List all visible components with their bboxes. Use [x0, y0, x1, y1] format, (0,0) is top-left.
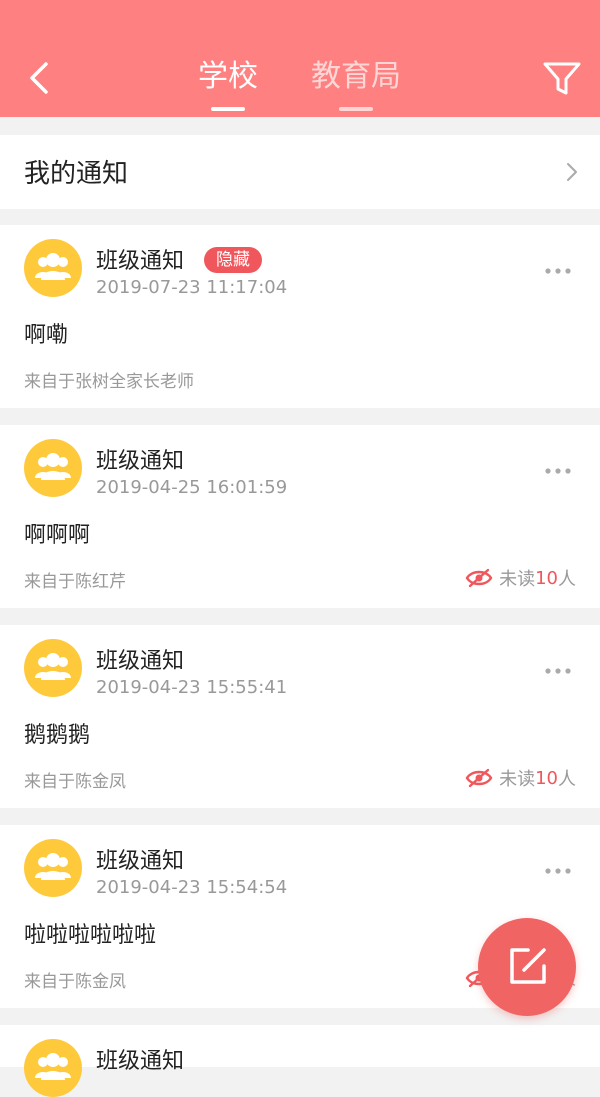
group-icon	[35, 253, 71, 280]
notice-title: 班级通知	[96, 449, 185, 474]
edit-icon	[510, 948, 546, 984]
avatar	[24, 439, 82, 497]
back-button[interactable]	[22, 58, 62, 98]
notice-card[interactable]: 班级通知	[0, 1025, 600, 1097]
avatar	[24, 639, 82, 697]
filter-button[interactable]	[540, 58, 584, 98]
my-notifications-label: 我的通知	[24, 159, 129, 189]
avatar	[24, 239, 82, 297]
my-notifications-row[interactable]: 我的通知	[0, 135, 600, 209]
notice-card[interactable]: 班级通知 2019-04-23 15:55:41 鹅鹅鹅 来自于陈金凤 未读 1…	[0, 625, 600, 808]
notice-content: 啊嘞	[24, 323, 69, 348]
group-icon	[35, 853, 71, 880]
notice-card[interactable]: 班级通知 隐藏 2019-07-23 11:17:04 啊嘞 来自于张树全家长老…	[0, 225, 600, 408]
notice-time: 2019-04-23 15:55:41	[96, 677, 288, 698]
notice-sender: 来自于张树全家长老师	[24, 372, 194, 392]
eye-off-icon	[465, 768, 493, 788]
chevron-right-icon	[567, 163, 577, 181]
more-horizontal-icon[interactable]	[540, 463, 576, 479]
unread-number: 10	[535, 567, 558, 589]
notice-content: 啊啊啊	[24, 523, 91, 548]
group-icon	[35, 453, 71, 480]
tab-school[interactable]: 学校	[186, 55, 270, 115]
tab-school-label: 学校	[198, 59, 258, 94]
notice-time: 2019-04-25 16:01:59	[96, 477, 288, 498]
notice-title: 班级通知	[96, 649, 185, 674]
chevron-left-icon	[30, 62, 48, 94]
tab-school-indicator	[211, 107, 245, 111]
notice-time: 2019-07-23 11:17:04	[96, 277, 288, 298]
notice-title: 班级通知	[96, 249, 185, 274]
tab-education-bureau-label: 教育局	[311, 59, 401, 94]
notice-sender: 来自于陈金凤	[24, 772, 126, 792]
group-icon	[35, 653, 71, 680]
filter-icon	[543, 62, 581, 95]
header: 学校 教育局	[0, 0, 600, 117]
notice-card[interactable]: 班级通知 2019-04-25 16:01:59 啊啊啊 来自于陈红芹 未读 1…	[0, 425, 600, 608]
more-horizontal-icon[interactable]	[540, 863, 576, 879]
notice-sender: 来自于陈金凤	[24, 972, 126, 992]
hidden-badge: 隐藏	[204, 247, 262, 273]
unread-prefix: 未读	[499, 769, 536, 790]
unread-prefix: 未读	[499, 569, 536, 590]
unread-count[interactable]: 未读 10 人	[465, 565, 576, 591]
compose-button[interactable]	[478, 918, 576, 1016]
eye-off-icon	[465, 568, 493, 588]
notice-content: 啦啦啦啦啦啦	[24, 923, 157, 948]
notice-content: 鹅鹅鹅	[24, 723, 91, 748]
unread-number: 10	[535, 767, 558, 789]
unread-suffix: 人	[558, 769, 576, 790]
avatar	[24, 1039, 82, 1097]
avatar	[24, 839, 82, 897]
tab-education-bureau[interactable]: 教育局	[302, 55, 410, 115]
notice-time: 2019-04-23 15:54:54	[96, 877, 288, 898]
more-horizontal-icon[interactable]	[540, 663, 576, 679]
unread-count[interactable]: 未读 10 人	[465, 765, 576, 791]
tab-education-bureau-indicator	[339, 107, 373, 111]
more-horizontal-icon[interactable]	[540, 263, 576, 279]
unread-suffix: 人	[558, 569, 576, 590]
notice-sender: 来自于陈红芹	[24, 572, 126, 592]
notice-title: 班级通知	[96, 1049, 185, 1074]
group-icon	[35, 1053, 71, 1080]
notice-title: 班级通知	[96, 849, 185, 874]
